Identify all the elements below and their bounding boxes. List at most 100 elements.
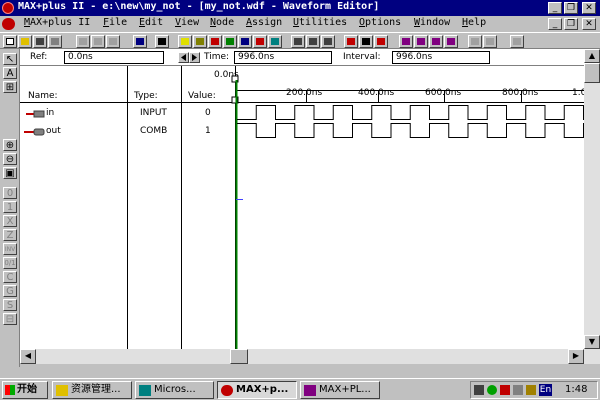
doc-close-button[interactable]: ✕: [582, 18, 596, 30]
zoom-fit-tool-icon[interactable]: ⊞: [3, 81, 17, 93]
set-unknown-icon[interactable]: X: [3, 215, 17, 227]
menu-help[interactable]: Help: [462, 17, 486, 28]
cut-icon[interactable]: [76, 35, 90, 48]
horizontal-scrollbar[interactable]: ◀ ▶: [20, 349, 600, 364]
signal-value: 1: [205, 126, 211, 136]
volume-icon[interactable]: [513, 385, 523, 395]
ref-next-arrow-icon[interactable]: [189, 52, 200, 63]
tool-palette: ↖ A ⊞ ⊕ ⊖ ▣ 0 1 X Z INV 0/1 C G S ⊟: [0, 49, 20, 367]
doc-minimize-button[interactable]: _: [548, 18, 562, 30]
tray-app-icon[interactable]: [500, 385, 510, 395]
open-file-icon[interactable]: [18, 35, 32, 48]
horizontal-scroll-thumb[interactable]: [230, 349, 248, 364]
task-explorer[interactable]: 资源管理...: [52, 381, 132, 399]
close-button[interactable]: ✕: [582, 2, 596, 14]
menu-edit[interactable]: Edit: [139, 17, 163, 28]
menu-window[interactable]: Window: [414, 17, 450, 28]
set-highz-icon[interactable]: Z: [3, 229, 17, 241]
fit-window-icon[interactable]: ▣: [3, 167, 17, 179]
menu-assign[interactable]: Assign: [246, 17, 282, 28]
warning-icon[interactable]: [178, 35, 192, 48]
task-microsoft[interactable]: Micros...: [135, 381, 214, 399]
group-icon[interactable]: G: [3, 285, 17, 297]
menu-utilities[interactable]: Utilities: [293, 17, 347, 28]
app-icon[interactable]: [2, 2, 14, 14]
copy-icon[interactable]: [91, 35, 105, 48]
menu-view[interactable]: View: [175, 17, 199, 28]
waveform-in[interactable]: [237, 105, 584, 120]
trace-icon[interactable]: [399, 35, 413, 48]
taskbar: 开始 资源管理... Micros... MAX+p... MAX+PL... …: [0, 378, 600, 400]
document-icon[interactable]: [2, 18, 15, 30]
task-maxplus-active[interactable]: MAX+p...: [217, 381, 297, 399]
ref-prev-arrow-icon[interactable]: [178, 52, 189, 63]
set-high-icon[interactable]: 1: [3, 201, 17, 213]
menu-maxplus[interactable]: MAX+plus II: [24, 17, 90, 28]
floorplan-icon[interactable]: [208, 35, 222, 48]
zoom-out-icon[interactable]: ⊖: [3, 153, 17, 165]
help-icon[interactable]: [155, 35, 169, 48]
scroll-up-icon[interactable]: ▲: [584, 49, 600, 63]
invert-icon[interactable]: INV: [3, 243, 17, 255]
grid-icon[interactable]: [468, 35, 482, 48]
tray-tool-icon[interactable]: [526, 385, 536, 395]
search-icon[interactable]: [510, 35, 524, 48]
set-low-icon[interactable]: 0: [3, 187, 17, 199]
undo-icon[interactable]: [133, 35, 147, 48]
count-value-icon[interactable]: 0/1: [3, 257, 17, 269]
pointer-tool-icon[interactable]: ↖: [3, 53, 17, 65]
clock[interactable]: 1:48: [565, 384, 587, 395]
reference-bar: Ref: 0.0ns Time: 996.0ns Interval: 996.0…: [20, 49, 584, 66]
text-tool-icon[interactable]: A: [3, 67, 17, 79]
waveform-area[interactable]: 0.0ns Name: Type: Value: 200.0ns 400.0ns…: [20, 66, 584, 349]
vertical-scroll-thumb[interactable]: [584, 63, 600, 83]
save-compile-icon[interactable]: [374, 35, 388, 48]
input-pin-icon: [26, 110, 45, 118]
scroll-left-icon[interactable]: ◀: [20, 349, 36, 364]
task-maxplus[interactable]: MAX+PL...: [300, 381, 380, 399]
maximize-button[interactable]: ❐: [564, 2, 578, 14]
menu-options[interactable]: Options: [359, 17, 401, 28]
signal-type: INPUT: [140, 108, 167, 118]
menu-node[interactable]: Node: [210, 17, 234, 28]
text-editor-icon[interactable]: [253, 35, 267, 48]
simulator-icon[interactable]: [306, 35, 320, 48]
doc-restore-button[interactable]: ❐: [564, 18, 578, 30]
clock-icon[interactable]: C: [3, 271, 17, 283]
new-file-icon[interactable]: [3, 35, 17, 48]
zoom-in-icon[interactable]: ⊕: [3, 139, 17, 151]
window-title: MAX+plus II - e:\new\my_not - [my_not.wd…: [18, 1, 380, 12]
signal-type: COMB: [140, 126, 168, 136]
title-bar[interactable]: MAX+plus II - e:\new\my_not - [my_not.wd…: [0, 0, 600, 16]
language-indicator[interactable]: En: [539, 384, 552, 396]
save-icon[interactable]: [33, 35, 47, 48]
menu-file[interactable]: File: [103, 17, 127, 28]
system-tray: En 1:48: [470, 381, 598, 399]
vector-icon[interactable]: [414, 35, 428, 48]
print-icon[interactable]: [48, 35, 62, 48]
timing-analyzer-icon[interactable]: [321, 35, 335, 48]
start-button[interactable]: 开始: [2, 381, 48, 399]
signal-name: in: [46, 108, 55, 118]
symbol-editor-icon[interactable]: [238, 35, 252, 48]
graphic-editor-icon[interactable]: [223, 35, 237, 48]
snap-icon[interactable]: S: [3, 299, 17, 311]
layout-icon[interactable]: [483, 35, 497, 48]
minimize-button[interactable]: _: [548, 2, 562, 14]
network-icon[interactable]: [487, 385, 497, 395]
waveform-editor-icon[interactable]: [268, 35, 282, 48]
compiler-icon[interactable]: [291, 35, 305, 48]
ime-icon[interactable]: [474, 385, 484, 395]
scroll-down-icon[interactable]: ▼: [584, 335, 600, 349]
programmer-icon[interactable]: [344, 35, 358, 48]
node-icon[interactable]: [444, 35, 458, 48]
save-check-icon[interactable]: [359, 35, 373, 48]
vertical-scrollbar[interactable]: ▲ ▼: [584, 49, 600, 349]
ref-field[interactable]: 0.0ns: [64, 51, 164, 64]
waveform-out[interactable]: [237, 123, 584, 138]
paste-icon[interactable]: [106, 35, 120, 48]
hierarchy-icon[interactable]: [193, 35, 207, 48]
report-icon[interactable]: [429, 35, 443, 48]
scroll-right-icon[interactable]: ▶: [568, 349, 584, 364]
overwrite-icon[interactable]: ⊟: [3, 313, 17, 325]
